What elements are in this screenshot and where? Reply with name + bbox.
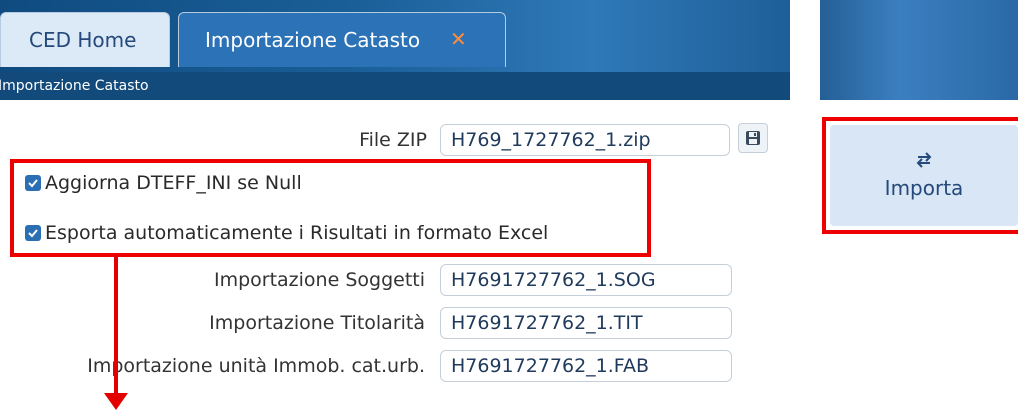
annotation-arrow-head-icon (104, 393, 128, 410)
header-bar-right (820, 0, 1018, 100)
importazione-unita-label: Importazione unità Immob. cat.urb. (87, 355, 425, 377)
save-icon (746, 131, 760, 145)
page-subtitle-bar: Importazione Catasto (0, 72, 790, 100)
annotation-arrow-line (114, 254, 118, 397)
highlight-box-importa (822, 117, 1018, 234)
tab-ced-home-label: CED Home (29, 28, 137, 52)
importazione-titolarita-label: Importazione Titolarità (209, 312, 425, 334)
file-zip-field[interactable]: H769_1727762_1.zip (440, 124, 730, 156)
file-zip-label: File ZIP (359, 129, 427, 151)
highlight-box-checkboxes (10, 159, 651, 257)
importazione-unita-field[interactable]: H7691727762_1.FAB (440, 350, 732, 382)
page-subtitle: Importazione Catasto (0, 78, 149, 94)
tab-importazione-catasto-label: Importazione Catasto (205, 28, 421, 52)
tab-importazione-catasto[interactable]: Importazione Catasto ✕ (178, 12, 506, 67)
importazione-titolarita-field[interactable]: H7691727762_1.TIT (440, 307, 732, 339)
importazione-soggetti-label: Importazione Soggetti (213, 269, 425, 291)
importazione-soggetti-field[interactable]: H7691727762_1.SOG (440, 264, 732, 296)
close-icon[interactable]: ✕ (450, 27, 467, 51)
save-button[interactable] (738, 123, 768, 153)
tab-ced-home[interactable]: CED Home (0, 12, 170, 67)
